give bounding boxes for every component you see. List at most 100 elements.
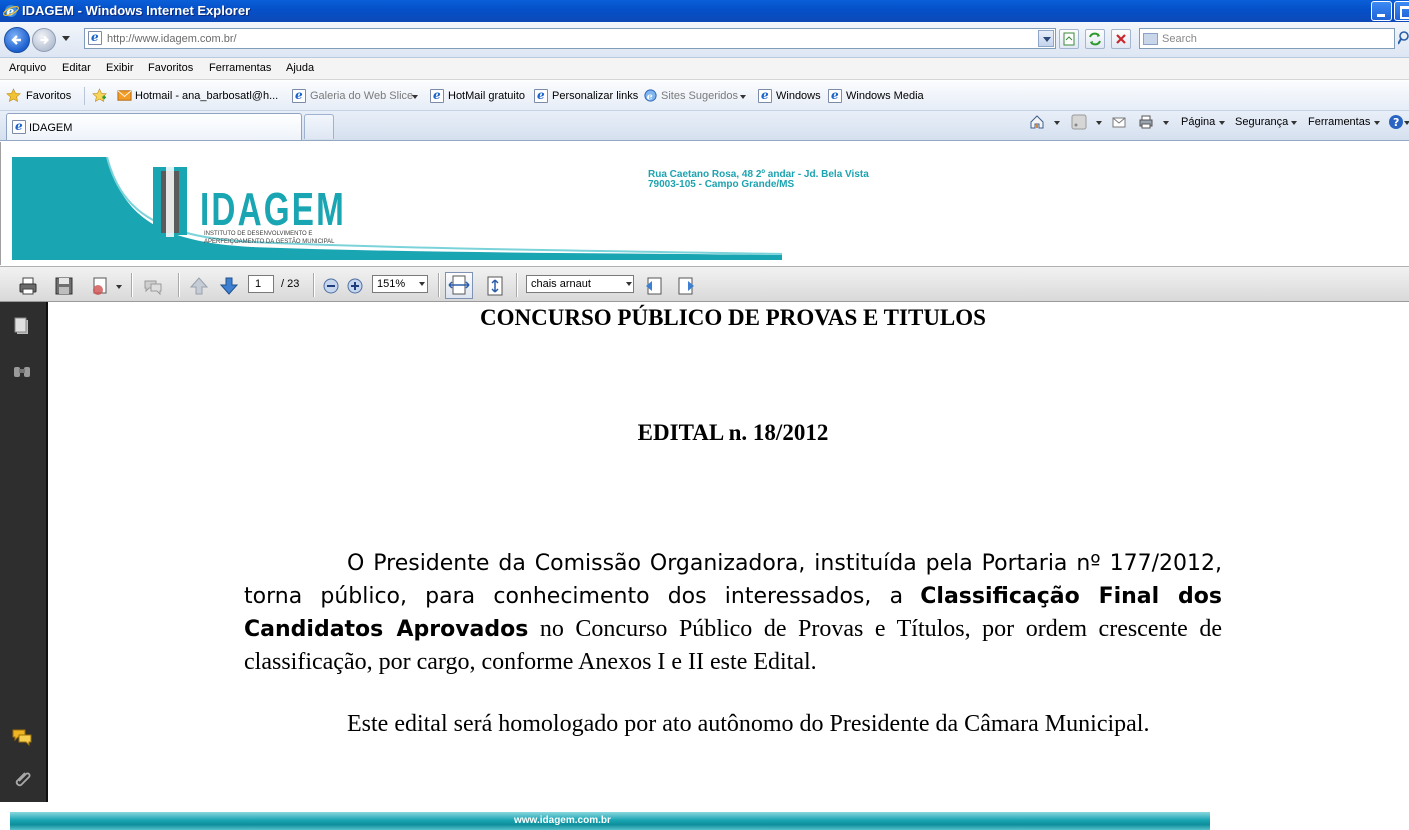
favorite-link[interactable]: Windows [776,90,821,102]
svg-text:APERFEIÇOAMENTO DA GESTÃO MUNI: APERFEIÇOAMENTO DA GESTÃO MUNICIPAL [204,238,335,245]
tools-menu[interactable]: Ferramentas [1308,116,1370,128]
address-dropdown-button[interactable] [1038,30,1054,47]
ie-page-icon [430,88,444,103]
print-icon[interactable] [1138,114,1154,130]
chevron-down-icon[interactable] [1096,121,1102,125]
chevron-down-icon[interactable] [626,282,632,286]
stop-button[interactable] [1111,29,1131,49]
menu-editar[interactable]: Editar [62,62,91,74]
chevron-down-icon [1291,121,1297,125]
arrow-left-icon [11,35,21,45]
separator [84,87,85,105]
menu-favoritos[interactable]: Favoritos [148,62,193,74]
search-icon[interactable] [1398,30,1409,48]
suggested-sites-icon: e [644,89,657,102]
favorites-bar: Favoritos Hotmail - ana_barbosatl@h... G… [0,81,1409,111]
chevron-down-icon[interactable] [1404,121,1409,125]
help-icon[interactable]: ? [1388,114,1404,130]
menu-exibir[interactable]: Exibir [106,62,134,74]
close-icon [1116,34,1126,44]
find-previous-icon[interactable] [643,275,665,297]
ie-page-icon [828,88,842,103]
chevron-down-icon [1374,121,1380,125]
fit-width-icon [448,275,470,295]
comments-icon[interactable] [11,726,33,748]
ie-page-icon [534,88,548,103]
pdf-navigation-pane [0,302,48,802]
print-icon[interactable] [17,275,39,297]
favorite-link[interactable]: Sites Sugeridos [661,90,738,102]
search-input[interactable]: Search [1139,28,1395,49]
tab-label: IDAGEM [29,122,73,134]
search-placeholder: Search [1162,33,1197,45]
svg-text:e: e [647,91,653,102]
chevron-down-icon[interactable] [419,282,425,286]
next-page-icon[interactable] [218,275,240,297]
pages-icon[interactable] [11,316,33,338]
ie-page-icon [292,88,306,103]
home-icon[interactable] [1029,114,1045,130]
favorite-link[interactable]: Windows Media [846,90,924,102]
chevron-down-icon[interactable] [412,95,418,99]
pdf-toolbar: 1 / 23 151% chais arnaut [0,266,1409,302]
back-button[interactable] [4,27,30,53]
logo-text: IDAGEM [200,183,346,235]
ie-logo-icon: e [3,5,19,19]
maximize-button[interactable] [1394,1,1409,21]
page-number-input[interactable]: 1 [248,275,274,293]
page-menu[interactable]: Página [1181,116,1215,128]
binoculars-icon[interactable] [11,360,33,382]
chevron-down-icon[interactable] [740,95,746,99]
compatibility-view-button[interactable] [1059,29,1079,49]
menu-ajuda[interactable]: Ajuda [286,62,314,74]
footer-url: www.idagem.com.br [514,815,611,826]
add-to-favorites-icon[interactable] [92,88,107,103]
zoom-out-icon[interactable] [320,275,342,297]
refresh-button[interactable] [1085,29,1105,49]
menu-bar: Arquivo Editar Exibir Favoritos Ferramen… [0,58,1409,80]
new-tab-button[interactable] [304,114,334,139]
previous-page-icon[interactable] [188,275,210,297]
tab-idagem[interactable]: IDAGEM [6,113,302,140]
save-icon[interactable] [53,275,75,297]
email-document-icon[interactable] [89,275,111,297]
refresh-icon [1089,32,1101,46]
window-title-bar[interactable]: e IDAGEM - Windows Internet Explorer [0,0,1409,22]
favorite-link[interactable]: Personalizar links [552,90,638,102]
chevron-down-icon[interactable] [1163,121,1169,125]
rss-feed-icon[interactable] [1071,114,1087,130]
read-mail-icon[interactable] [1111,114,1127,130]
chevron-down-icon[interactable] [1054,121,1060,125]
favorites-button[interactable]: Favoritos [26,90,71,102]
zoom-in-icon[interactable] [344,275,366,297]
find-text-input[interactable]: chais arnaut [526,275,634,293]
security-menu[interactable]: Segurança [1235,116,1288,128]
forward-button[interactable] [32,28,56,52]
institute-address: Rua Caetano Rosa, 48 2º andar - Jd. Bela… [648,169,869,190]
favorite-link[interactable]: Galeria do Web Slice [310,90,413,102]
minimize-button[interactable] [1371,1,1392,21]
address-bar[interactable]: http://www.idagem.com.br/ [84,28,1056,49]
recent-pages-dropdown[interactable] [62,36,70,41]
pdf-document-view[interactable]: CONCURSO PÚBLICO DE PROVAS E TITULOS EDI… [48,302,1409,802]
chevron-down-icon [1219,121,1225,125]
site-header: IDAGEM INSTITUTO DE DESENVOLVIMENTO E AP… [0,142,1409,265]
compatibility-icon [1063,32,1075,46]
svg-text:INSTITUTO DE DESENVOLVIMENTO E: INSTITUTO DE DESENVOLVIMENTO E [204,231,312,237]
favorite-link[interactable]: HotMail gratuito [448,90,525,102]
comment-icon[interactable] [142,275,164,297]
paperclip-icon[interactable] [11,768,33,790]
mail-icon [117,90,132,101]
fit-page-icon[interactable] [484,275,506,297]
document-title: CONCURSO PÚBLICO DE PROVAS E TITULOS [480,305,986,330]
fit-width-button[interactable] [445,272,473,299]
svg-text:?: ? [1393,116,1399,129]
ie-page-icon [758,88,772,103]
menu-arquivo[interactable]: Arquivo [9,62,46,74]
menu-ferramentas[interactable]: Ferramentas [209,62,271,74]
url-text: http://www.idagem.com.br/ [107,33,237,45]
window-title: IDAGEM - Windows Internet Explorer [22,3,251,18]
chevron-down-icon[interactable] [116,285,122,289]
find-next-icon[interactable] [675,275,697,297]
favorite-link[interactable]: Hotmail - ana_barbosatl@h... [135,90,278,102]
